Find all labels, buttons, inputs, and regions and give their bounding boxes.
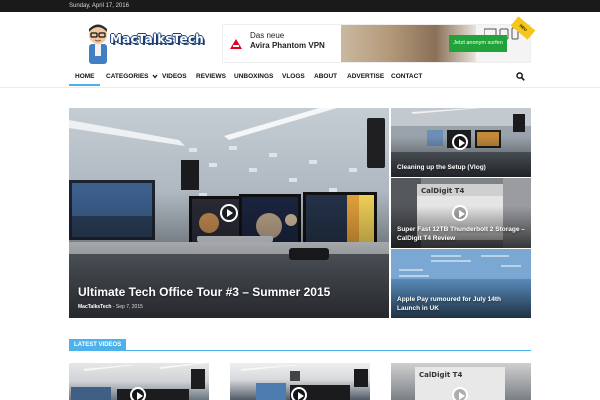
avira-logo-icon: [230, 39, 242, 49]
featured-side-post-2[interactable]: CalDigit T4 Super Fast 12TB Thunderbolt …: [391, 178, 531, 248]
current-date: Sunday, April 17, 2016: [69, 3, 129, 9]
ad-copy: Das neue Avira Phantom VPN: [250, 31, 325, 51]
nav-item-about[interactable]: ABOUT: [314, 73, 337, 80]
ad-cta-button[interactable]: Jetzt anonym surfen: [449, 35, 507, 52]
side-post-1-title[interactable]: Cleaning up the Setup (Vlog): [397, 163, 525, 172]
nav-item-reviews[interactable]: REVIEWS: [196, 73, 226, 80]
side-post-2-title[interactable]: Super Fast 12TB Thunderbolt 2 Storage – …: [397, 225, 525, 243]
side-post-3-title[interactable]: Apple Pay rumoured for July 14th Launch …: [397, 295, 525, 313]
site-logo[interactable]: MacTalksTech: [83, 20, 205, 64]
ad-line-1: Das neue: [250, 31, 285, 40]
top-bar: Sunday, April 17, 2016: [0, 0, 600, 12]
nav-item-contact[interactable]: CONTACT: [391, 73, 422, 80]
ad-line-2: Avira Phantom VPN: [250, 41, 325, 50]
featured-date: Sep 7, 2015: [115, 304, 143, 310]
play-icon[interactable]: [220, 204, 238, 222]
latest-video-thumb-3[interactable]: CalDigit T4: [391, 363, 531, 400]
latest-videos-divider: [69, 350, 531, 351]
chevron-down-icon: [152, 74, 158, 79]
logo-wordmark: MacTalksTech: [110, 32, 204, 46]
svg-text:CalDigit T4: CalDigit T4: [419, 371, 462, 379]
latest-video-thumb-2[interactable]: [230, 363, 370, 400]
svg-text:CalDigit T4: CalDigit T4: [421, 187, 464, 195]
featured-title[interactable]: Ultimate Tech Office Tour #3 – Summer 20…: [78, 285, 330, 299]
featured-author[interactable]: MacTalksTech: [78, 304, 111, 310]
nav-item-categories[interactable]: CATEGORIES: [106, 73, 158, 80]
nav-item-videos[interactable]: VIDEOS: [162, 73, 187, 80]
play-icon[interactable]: [452, 134, 468, 150]
nav-item-unboxings[interactable]: UNBOXINGS: [234, 73, 273, 80]
nav-active-indicator: [69, 84, 100, 86]
ad-brand-panel: Das neue Avira Phantom VPN: [223, 25, 341, 62]
featured-meta: MacTalksTech - Sep 7, 2015: [78, 304, 143, 310]
main-nav: HOME CATEGORIES VIDEOS REVIEWS UNBOXINGS…: [69, 68, 531, 86]
play-icon[interactable]: [291, 387, 307, 400]
nav-item-home[interactable]: HOME: [75, 73, 95, 80]
play-icon[interactable]: [130, 387, 146, 400]
nav-divider: [0, 87, 600, 88]
featured-main-post[interactable]: Ultimate Tech Office Tour #3 – Summer 20…: [69, 108, 389, 318]
nav-item-vlogs[interactable]: VLOGS: [282, 73, 305, 80]
play-icon[interactable]: [452, 387, 468, 400]
mascot-icon: [89, 24, 107, 64]
nav-item-advertise[interactable]: ADVERTISE: [347, 73, 384, 80]
featured-side-post-1[interactable]: Cleaning up the Setup (Vlog): [391, 108, 531, 177]
search-icon[interactable]: [516, 72, 525, 81]
nav-item-categories-label: CATEGORIES: [106, 73, 149, 80]
featured-side-post-3[interactable]: Apple Pay rumoured for July 14th Launch …: [391, 249, 531, 318]
play-icon[interactable]: [452, 205, 468, 221]
latest-video-thumb-1[interactable]: [69, 363, 209, 400]
